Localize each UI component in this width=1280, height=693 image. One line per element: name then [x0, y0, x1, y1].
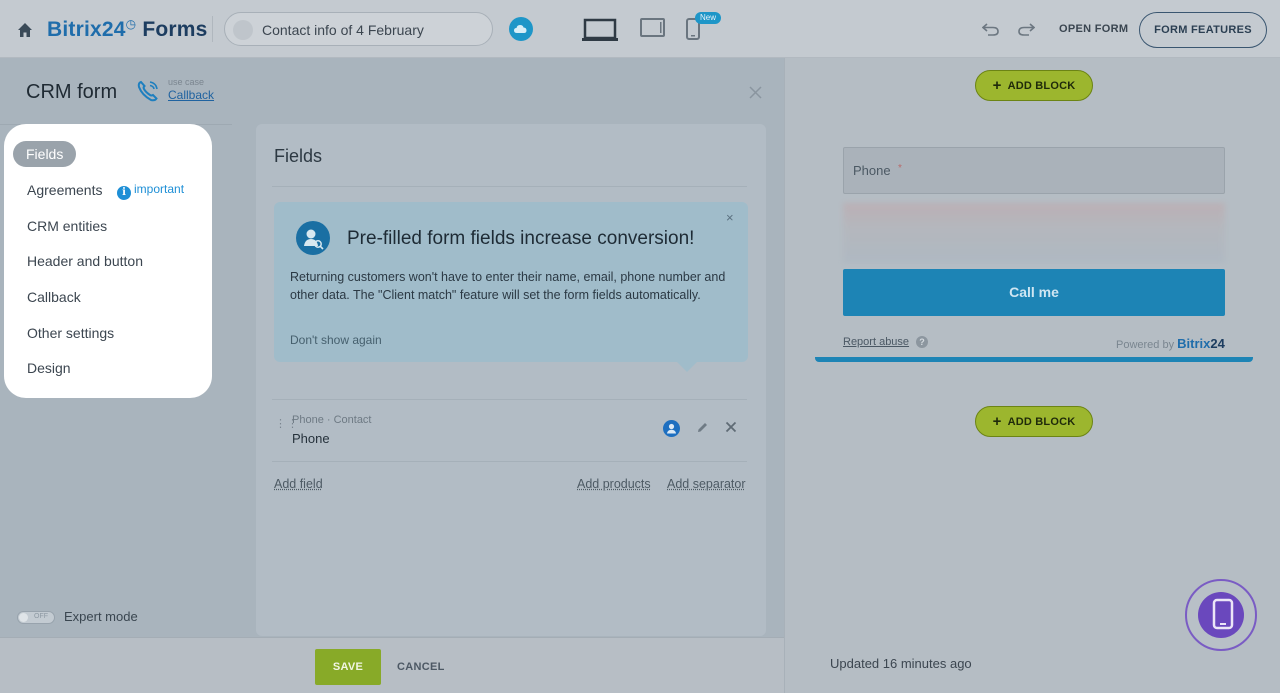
expert-mode-toggle[interactable]: OFF [17, 611, 55, 624]
promo-text: Returning customers won't have to enter … [290, 270, 726, 302]
form-title-text: Contact info of 4 February [262, 22, 424, 38]
top-bar: Bitrix24◷ Forms Contact info of 4 Februa… [0, 0, 1280, 58]
powered-brand: Bitrix24 [1177, 336, 1225, 351]
blurred-content [843, 203, 1225, 263]
use-case-label: use case [168, 77, 205, 87]
form-thumbnail-icon [233, 20, 253, 40]
field-divider-top [272, 399, 747, 400]
page-title: CRM form [26, 81, 118, 103]
save-button[interactable]: SAVE [315, 649, 381, 685]
fields-card: Fields × Pre-filled form fields increase… [256, 124, 766, 636]
powered-brand-a: Bitrix [1177, 336, 1211, 351]
brand-divider [212, 16, 213, 42]
phone-input-preview[interactable]: Phone * [843, 147, 1225, 194]
add-block-label: ADD BLOCK [1007, 416, 1076, 428]
add-block-label: ADD BLOCK [1007, 80, 1076, 92]
tablet-icon[interactable] [640, 18, 665, 38]
menu-item-crm-entities[interactable]: CRM entities [27, 218, 107, 234]
report-abuse-link[interactable]: Report abuse [843, 336, 909, 348]
promo-banner: × Pre-filled form fields increase conver… [274, 202, 748, 362]
menu-item-header-and-button[interactable]: Header and button [27, 253, 143, 269]
mobile-preview-button[interactable] [1185, 579, 1257, 651]
menu-item-agreements[interactable]: Agreements [27, 182, 102, 198]
updated-status: Updated 16 minutes ago [830, 656, 972, 671]
add-products-link[interactable]: Add products [577, 477, 651, 491]
call-me-button[interactable]: Call me [843, 269, 1225, 316]
edit-pencil-icon[interactable] [696, 421, 709, 434]
required-mark: * [898, 163, 902, 174]
brand-logo[interactable]: Bitrix24◷ Forms [47, 17, 208, 42]
field-subtitle: Phone · Contact [292, 414, 372, 426]
add-separator-link[interactable]: Add separator [667, 477, 746, 491]
redo-icon[interactable] [1017, 21, 1035, 37]
settings-menu: Fields Agreements i important CRM entitie… [4, 124, 212, 398]
important-label: important [134, 182, 185, 196]
dont-show-again-link[interactable]: Don't show again [290, 333, 382, 347]
add-field-link[interactable]: Add field [274, 477, 323, 491]
callback-phone-icon [137, 80, 158, 102]
menu-item-other-settings[interactable]: Other settings [27, 325, 114, 341]
field-divider-bottom [272, 461, 747, 462]
add-block-button-top[interactable]: + ADD BLOCK [975, 70, 1093, 101]
home-icon[interactable] [17, 22, 33, 38]
menu-item-fields[interactable]: Fields [13, 141, 77, 167]
promo-pointer [677, 362, 697, 372]
contact-person-icon[interactable] [663, 420, 680, 437]
preview-panel: + ADD BLOCK Phone * Call me Report abuse ?… [784, 58, 1280, 693]
important-badge[interactable]: i important [117, 182, 184, 200]
close-icon[interactable] [749, 86, 762, 99]
open-form-link[interactable]: OPEN FORM [1059, 23, 1128, 35]
client-match-icon [296, 221, 330, 255]
laptop-icon[interactable] [582, 18, 618, 42]
powered-by-label: Powered by [1116, 339, 1175, 351]
remove-field-icon[interactable] [725, 421, 737, 433]
toggle-knob [19, 613, 28, 622]
use-case-link[interactable]: Callback [168, 88, 214, 102]
help-icon[interactable]: ? [916, 336, 928, 348]
fields-divider [272, 186, 747, 187]
menu-item-design[interactable]: Design [27, 360, 71, 376]
preview-bottom-line [815, 357, 1253, 362]
promo-close-icon[interactable]: × [726, 210, 734, 225]
menu-item-callback[interactable]: Callback [27, 289, 81, 305]
powered-by: Powered by Bitrix24 [1116, 336, 1225, 351]
new-badge: New [695, 12, 722, 24]
brand-suffix: Forms [142, 18, 208, 41]
cloud-icon[interactable] [509, 17, 533, 41]
fields-title: Fields [274, 146, 323, 166]
form-features-button[interactable]: FORM FEATURES [1139, 12, 1267, 48]
form-title-field[interactable]: Contact info of 4 February [224, 12, 493, 46]
field-name[interactable]: Phone [292, 431, 330, 446]
powered-brand-b: 24 [1210, 336, 1225, 351]
promo-title: Pre-filled form fields increase conversi… [347, 228, 695, 249]
info-icon: i [117, 186, 131, 200]
toggle-state-text: OFF [34, 613, 48, 620]
plus-icon: + [992, 77, 1002, 94]
plus-icon: + [992, 413, 1002, 430]
footer-bar: SAVE CANCEL [0, 637, 784, 693]
cancel-button[interactable]: CANCEL [397, 661, 445, 673]
brand-prefix: Bitrix24 [47, 18, 126, 41]
undo-icon[interactable] [982, 21, 1000, 37]
left-panel: CRM form use case Callback Fields Agreem… [0, 58, 784, 693]
mobile-icon [1212, 598, 1234, 630]
brand-clock-icon: ◷ [125, 17, 137, 31]
add-block-button-bottom[interactable]: + ADD BLOCK [975, 406, 1093, 437]
phone-placeholder: Phone [853, 163, 891, 178]
expert-mode-label: Expert mode [64, 609, 138, 624]
